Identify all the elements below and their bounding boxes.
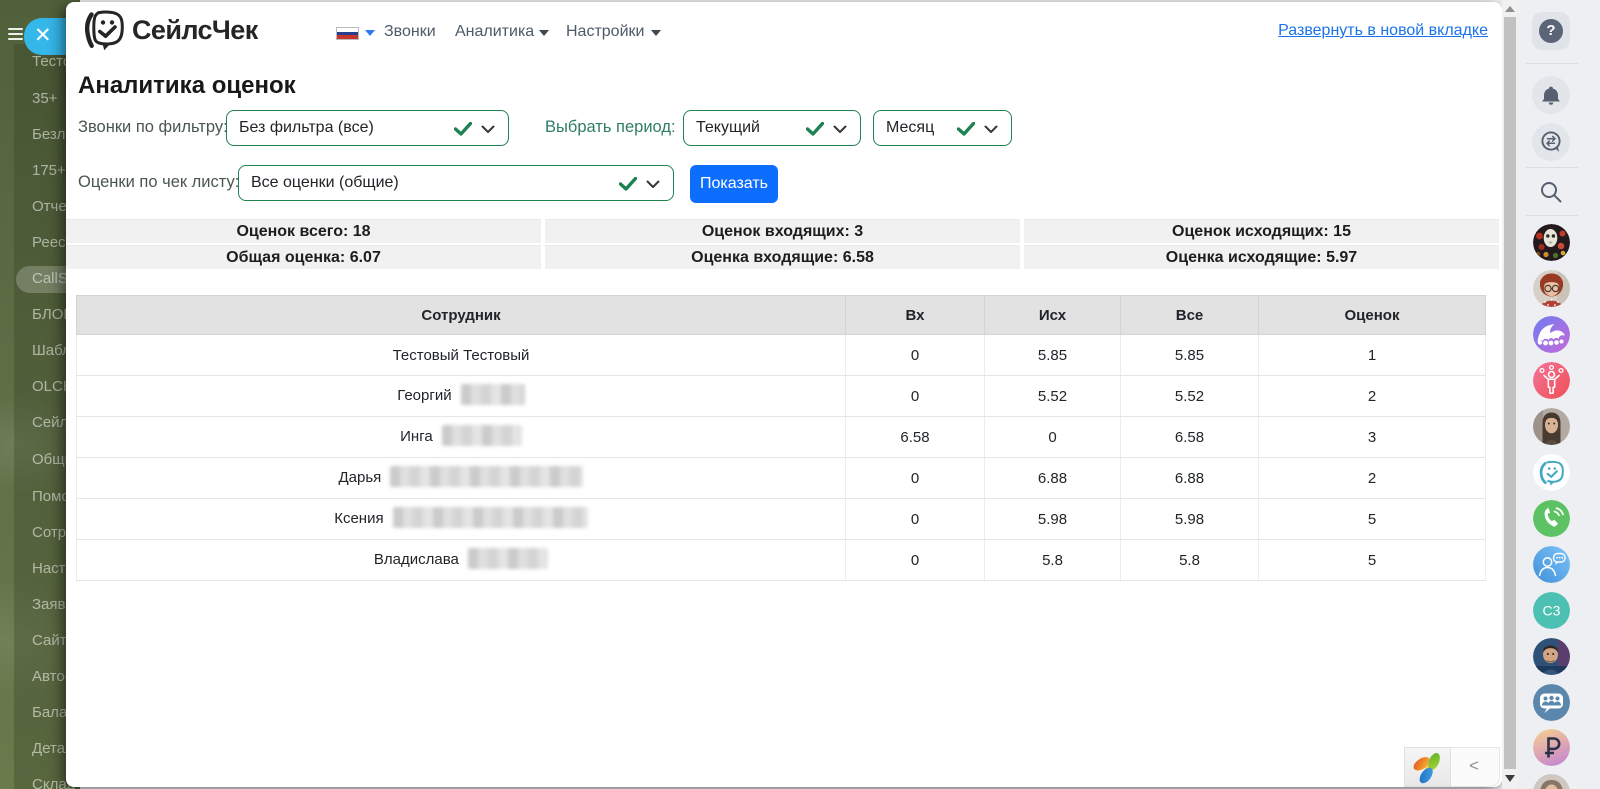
- svg-text:C3: C3: [1543, 602, 1561, 618]
